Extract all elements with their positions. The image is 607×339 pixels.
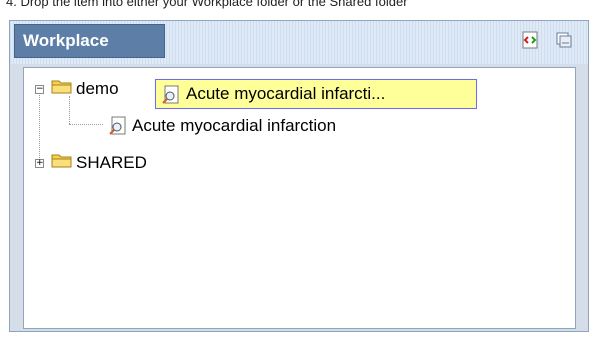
folder-icon: [51, 80, 72, 94]
tree-node-shared[interactable]: SHARED: [76, 153, 147, 173]
collapse-toggle-demo[interactable]: −: [35, 85, 44, 94]
tree-connector: [69, 124, 103, 125]
expand-toggle-shared[interactable]: +: [35, 159, 44, 168]
drag-ghost-label: Acute myocardial infarcti...: [186, 84, 386, 103]
drag-ghost: Acute myocardial infarcti...: [155, 79, 477, 109]
tree-node-demo[interactable]: demo: [76, 79, 119, 99]
tree-connector: [39, 92, 40, 164]
folder-icon: [51, 154, 72, 168]
document-search-icon: [162, 85, 179, 104]
workplace-panel: Workplace − demo Acute myocardial infarc…: [9, 20, 589, 332]
panel-header: Workplace: [10, 21, 588, 64]
instruction-text: 4. Drop the item into either your Workpl…: [6, 0, 408, 9]
tree-connector: [69, 96, 70, 124]
collapse-icon[interactable]: [555, 31, 573, 49]
refresh-icon[interactable]: [521, 31, 539, 49]
tree-node-document[interactable]: Acute myocardial infarction: [132, 116, 336, 136]
document-search-icon: [109, 116, 126, 135]
tab-workplace[interactable]: Workplace: [14, 24, 165, 58]
tree-view: − demo Acute myocardial infarction + SHA…: [23, 67, 576, 329]
